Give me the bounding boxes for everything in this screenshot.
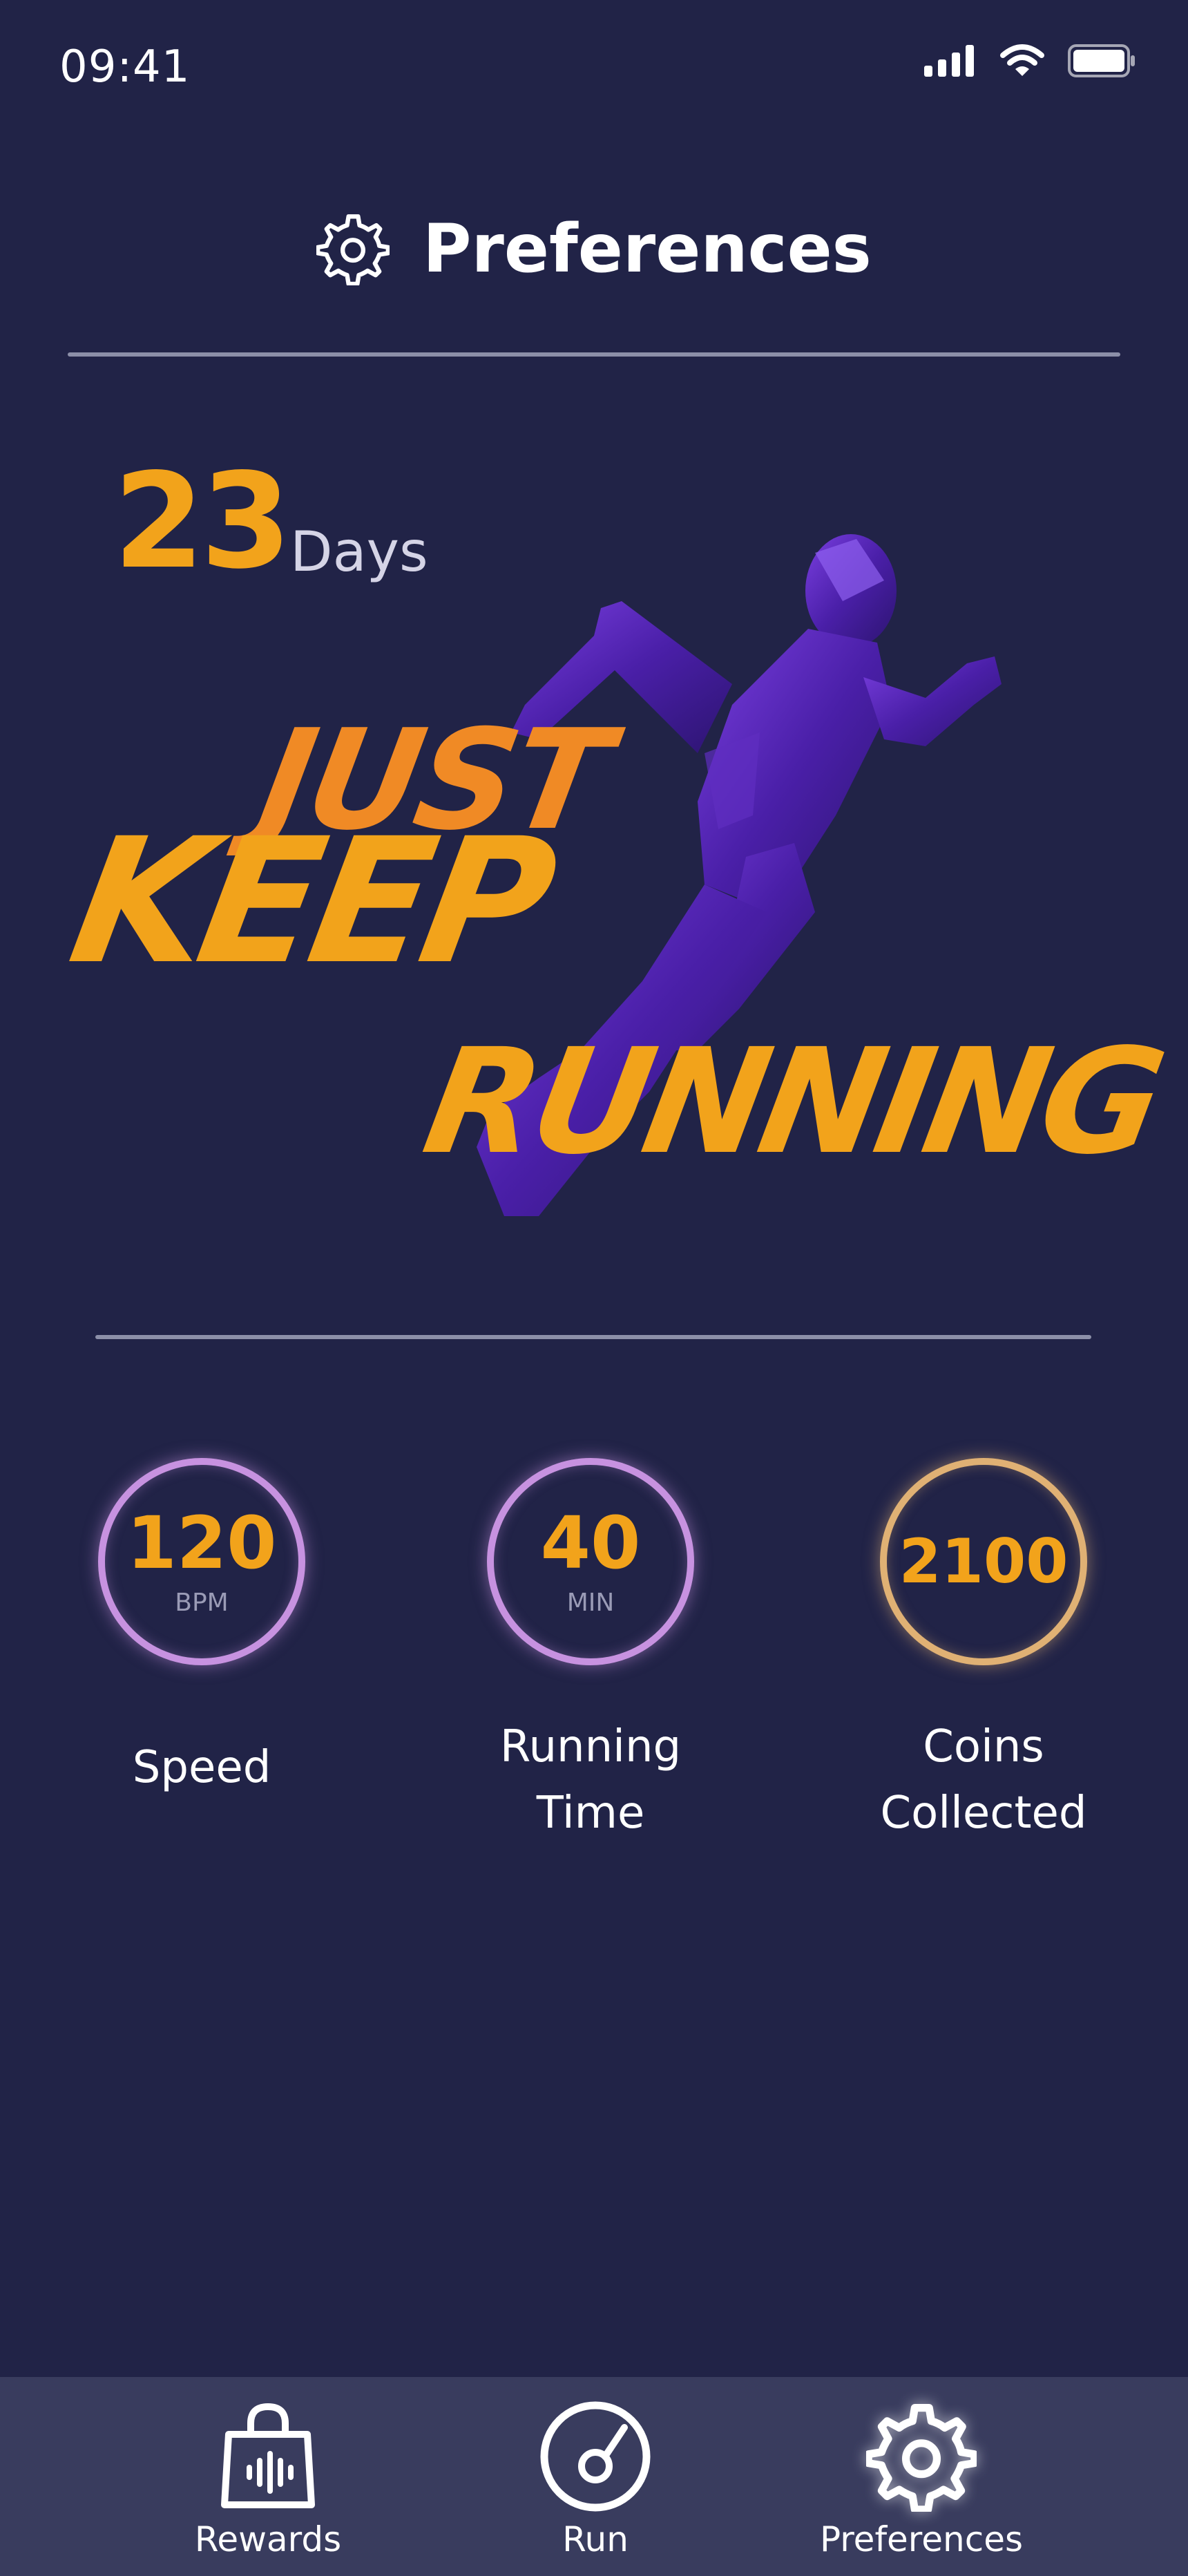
coins-label: Coins Collected xyxy=(845,1714,1122,1846)
status-time: 09:41 xyxy=(59,41,191,93)
preferences-screen: 09:41 Preferences 23 Days JUST KEEP RUNN… xyxy=(0,0,1188,2576)
coins-label-line1: Coins xyxy=(923,1721,1044,1772)
running-time-ring: 40 MIN xyxy=(487,1458,694,1665)
nav-item-preferences[interactable]: Preferences xyxy=(811,2398,1032,2559)
shopping-bag-icon xyxy=(221,2403,315,2508)
speed-label: Speed xyxy=(64,1734,340,1801)
coins-value: 2100 xyxy=(899,1526,1069,1597)
nav-label-rewards: Rewards xyxy=(194,2519,342,2559)
nav-item-rewards[interactable]: Rewards xyxy=(157,2398,379,2559)
slogan-keep: KEEP xyxy=(58,801,563,1002)
running-time-label: Running Time xyxy=(452,1714,729,1846)
signal-icon xyxy=(924,45,974,77)
nav-label-run: Run xyxy=(562,2519,629,2559)
speed-label-text: Speed xyxy=(132,1742,271,1793)
bottom-nav: Rewards Run Preferences xyxy=(0,2377,1188,2576)
nav-item-run[interactable]: Run xyxy=(485,2398,706,2559)
battery-icon xyxy=(1068,44,1135,77)
status-icons xyxy=(924,44,1136,77)
gear-icon[interactable] xyxy=(316,212,390,285)
status-bar: 09:41 xyxy=(0,0,1188,138)
top-divider xyxy=(68,352,1120,357)
speed-value: 120 xyxy=(126,1500,277,1585)
stat-speed: 120 BPM Speed xyxy=(64,1458,340,1801)
coins-ring: 2100 xyxy=(880,1458,1087,1665)
running-time-label-line2: Time xyxy=(536,1788,645,1839)
speed-unit: BPM xyxy=(175,1588,229,1617)
running-time-value: 40 xyxy=(540,1500,641,1585)
wifi-icon xyxy=(1000,44,1044,76)
stat-running-time: 40 MIN Running Time xyxy=(452,1458,729,1846)
coins-label-line2: Collected xyxy=(880,1788,1087,1839)
run-dial-icon xyxy=(540,2401,651,2512)
stat-coins-collected: 2100 Coins Collected xyxy=(845,1458,1122,1846)
nav-label-preferences: Preferences xyxy=(819,2519,1024,2559)
gear-icon xyxy=(866,2404,977,2512)
page-header: Preferences xyxy=(0,200,1188,297)
slogan-running: RUNNING xyxy=(413,1017,1171,1186)
speed-ring: 120 BPM xyxy=(98,1458,305,1665)
page-title: Preferences xyxy=(423,210,872,287)
running-time-unit: MIN xyxy=(566,1588,615,1617)
middle-divider xyxy=(95,1335,1091,1339)
running-time-label-line1: Running xyxy=(499,1721,682,1772)
